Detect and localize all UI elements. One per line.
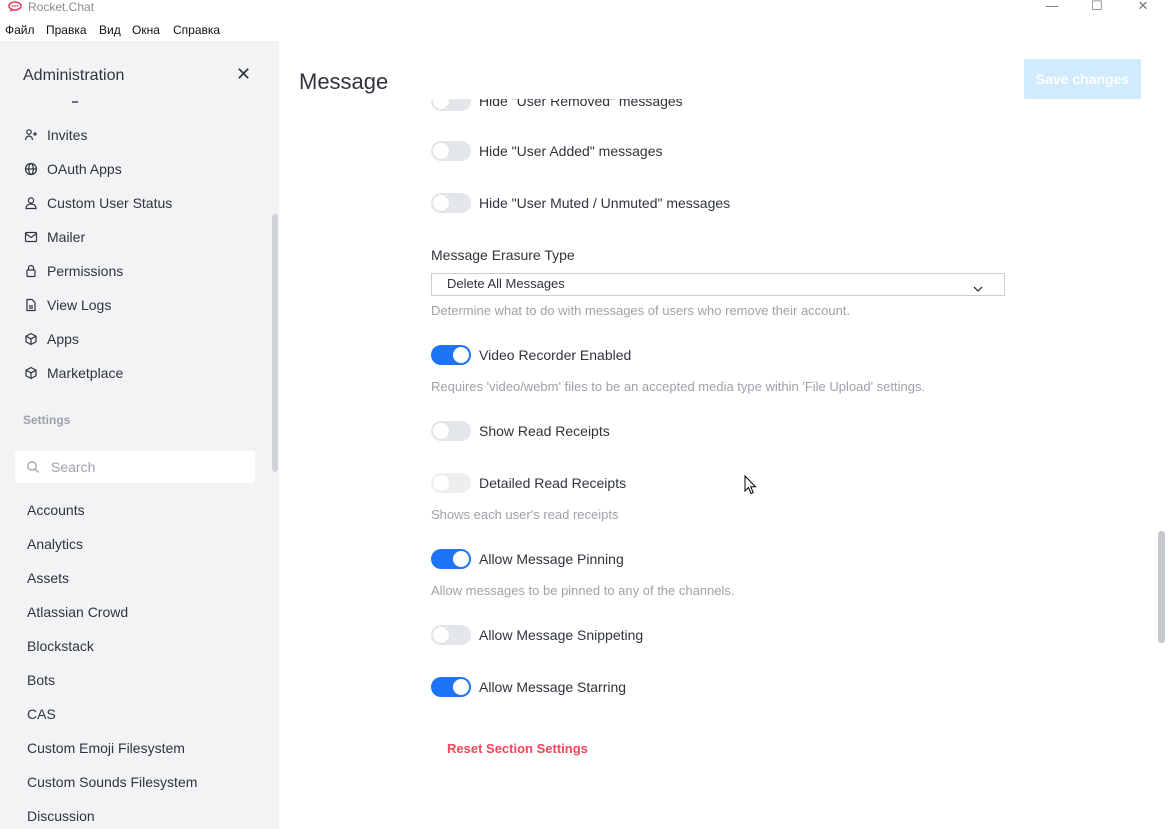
sidebar-item-mailer[interactable]: Mailer	[23, 227, 85, 247]
sidebar-item-permissions[interactable]: Permissions	[23, 261, 123, 281]
setting-allow-starring[interactable]: Allow Message Starring	[431, 676, 626, 698]
select-value: Delete All Messages	[447, 276, 565, 291]
sidebar-item-label: Permissions	[47, 263, 124, 279]
minimize-button[interactable]: —	[1040, 0, 1064, 14]
search-input[interactable]	[51, 458, 241, 476]
menubar: Файл Правка Вид Окна Справка	[0, 21, 1168, 41]
menu-view[interactable]: Вид	[99, 23, 121, 37]
close-window-button[interactable]: ✕	[1131, 0, 1155, 14]
erasure-type-label: Message Erasure Type	[431, 247, 575, 263]
rocketchat-logo-icon	[8, 1, 22, 16]
toggle-switch[interactable]	[431, 141, 471, 161]
save-changes-button[interactable]: Save changes	[1024, 59, 1141, 99]
menu-windows[interactable]: Окна	[132, 23, 160, 37]
sidebar-item-label: Marketplace	[47, 365, 124, 381]
main-scrollbar-thumb[interactable]	[1158, 531, 1165, 643]
toggle-switch[interactable]	[431, 99, 471, 111]
toggle-switch[interactable]	[431, 421, 471, 441]
sidebar-item-label: OAuth Apps	[47, 161, 122, 177]
toggle-switch[interactable]	[431, 345, 471, 365]
setting-show-read-receipts[interactable]: Show Read Receipts	[431, 420, 610, 442]
invites-icon	[23, 127, 39, 143]
setting-hide-user-muted[interactable]: Hide "User Muted / Unmuted" messages	[431, 192, 730, 214]
sidebar-item-apps[interactable]: Apps	[23, 329, 79, 349]
sidebar-item-label: Mailer	[47, 229, 86, 245]
setting-label: Hide "User Muted / Unmuted" messages	[479, 195, 731, 211]
setting-label: Video Recorder Enabled	[479, 347, 632, 363]
sidebar-item-analytics[interactable]: Analytics	[27, 536, 83, 552]
setting-label: Show Read Receipts	[479, 423, 610, 439]
toggle-switch[interactable]	[431, 473, 471, 493]
globe-icon	[23, 161, 39, 177]
toggle-switch[interactable]	[431, 193, 471, 213]
sidebar-item-custom-emoji-filesystem[interactable]: Custom Emoji Filesystem	[27, 740, 185, 756]
allow-pinning-hint: Allow messages to be pinned to any of th…	[431, 583, 735, 598]
window-title: Rocket.Chat	[28, 0, 95, 14]
partial-item-divider	[72, 101, 78, 103]
sidebar-item-atlassian-crowd[interactable]: Atlassian Crowd	[27, 604, 128, 620]
file-icon	[23, 297, 39, 313]
page-title: Message	[299, 69, 389, 94]
sidebar-item-blockstack[interactable]: Blockstack	[27, 638, 94, 654]
toggle-switch[interactable]	[431, 677, 471, 697]
sidebar-item-label: Custom User Status	[47, 195, 173, 211]
setting-label: Hide "User Added" messages	[479, 143, 663, 159]
settings-search-box[interactable]	[15, 451, 255, 483]
setting-allow-pinning[interactable]: Allow Message Pinning	[431, 548, 624, 570]
sidebar-item-assets[interactable]: Assets	[27, 570, 69, 586]
chevron-down-icon	[972, 282, 984, 294]
admin-sidebar: Administration ✕ Invites OAuth Apps Cust…	[0, 41, 279, 829]
sidebar-item-oauth-apps[interactable]: OAuth Apps	[23, 159, 122, 179]
maximize-button[interactable]: ☐	[1085, 0, 1109, 14]
erasure-type-hint: Determine what to do with messages of us…	[431, 303, 851, 318]
setting-label: Hide "User Removed" messages	[479, 99, 683, 109]
setting-label: Detailed Read Receipts	[479, 475, 627, 491]
detailed-read-receipts-hint: Shows each user's read receipts	[431, 507, 619, 522]
settings-section-label: Settings	[23, 413, 71, 427]
cube-icon	[23, 365, 39, 381]
sidebar-item-accounts[interactable]: Accounts	[27, 502, 85, 518]
toggle-switch[interactable]	[431, 549, 471, 569]
sidebar-item-cas[interactable]: CAS	[27, 706, 56, 722]
setting-label: Allow Message Starring	[479, 679, 627, 695]
menu-file[interactable]: Файл	[5, 23, 35, 37]
window-titlebar: Rocket.Chat — ☐ ✕	[0, 0, 1168, 21]
menu-help[interactable]: Справка	[173, 23, 220, 37]
sidebar-item-custom-user-status[interactable]: Custom User Status	[23, 193, 172, 213]
setting-video-recorder[interactable]: Video Recorder Enabled	[431, 344, 631, 366]
sidebar-item-label: Invites	[47, 127, 88, 143]
mouse-cursor-icon	[744, 474, 758, 495]
menu-edit[interactable]: Правка	[46, 23, 87, 37]
mail-icon	[23, 229, 39, 245]
setting-label: Allow Message Pinning	[479, 551, 624, 567]
setting-detailed-read-receipts[interactable]: Detailed Read Receipts	[431, 472, 626, 494]
sidebar-item-discussion[interactable]: Discussion	[27, 808, 95, 824]
reset-section-button[interactable]: Reset Section Settings	[447, 741, 588, 756]
setting-allow-snippeting[interactable]: Allow Message Snippeting	[431, 624, 643, 646]
sidebar-item-custom-sounds-filesystem[interactable]: Custom Sounds Filesystem	[27, 774, 197, 790]
setting-hide-user-removed[interactable]: Hide "User Removed" messages	[431, 99, 683, 112]
settings-main: Message Save changes Hide "User Removed"…	[279, 41, 1168, 829]
toggle-switch[interactable]	[431, 625, 471, 645]
sidebar-item-view-logs[interactable]: View Logs	[23, 295, 111, 315]
user-icon	[23, 195, 39, 211]
sidebar-item-marketplace[interactable]: Marketplace	[23, 363, 123, 383]
sidebar-item-invites[interactable]: Invites	[23, 125, 87, 145]
settings-content: Hide "User Removed" messages Hide "User …	[279, 99, 1168, 829]
sidebar-item-bots[interactable]: Bots	[27, 672, 55, 688]
lock-icon	[23, 263, 39, 279]
setting-hide-user-added[interactable]: Hide "User Added" messages	[431, 140, 662, 162]
sidebar-item-label: Apps	[47, 331, 79, 347]
sidebar-title: Administration	[23, 67, 125, 84]
setting-label: Allow Message Snippeting	[479, 627, 644, 643]
sidebar-scrollbar-thumb[interactable]	[272, 214, 278, 472]
close-icon[interactable]: ✕	[236, 65, 251, 83]
cube-icon	[23, 331, 39, 347]
search-icon	[26, 460, 40, 474]
erasure-type-select[interactable]: Delete All Messages	[431, 273, 1005, 296]
sidebar-item-label: View Logs	[47, 297, 112, 313]
video-recorder-hint: Requires 'video/webm' files to be an acc…	[431, 379, 926, 394]
